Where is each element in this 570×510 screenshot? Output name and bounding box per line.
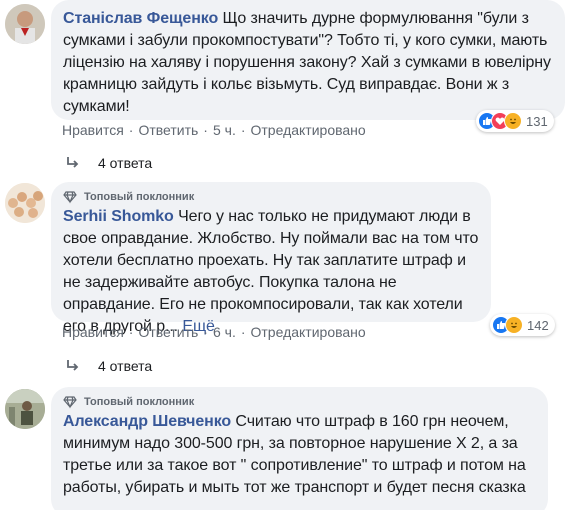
comment-text: Станіслав Фещенко Що значить дурне форму…	[63, 8, 553, 118]
avatar[interactable]	[5, 183, 45, 223]
replies-label[interactable]: 4 ответа	[98, 155, 152, 171]
comment-body: Чего у нас только не придумают люди в св…	[63, 208, 479, 335]
separator: ·	[128, 122, 134, 138]
timestamp[interactable]: 6 ч.	[213, 324, 236, 340]
diamond-icon	[63, 190, 77, 204]
top-fan-badge: Топовый поклонник	[63, 188, 479, 205]
reply-link[interactable]: Ответить	[138, 324, 198, 340]
reply-link[interactable]: Ответить	[138, 122, 198, 138]
separator: ·	[240, 122, 246, 138]
user-photo-icon	[5, 4, 45, 44]
top-fan-badge: Топовый поклонник	[63, 393, 536, 410]
reaction-count: 131	[526, 113, 548, 129]
comment-text: Александр Шевченко Считаю что штраф в 16…	[63, 411, 536, 499]
diamond-icon	[63, 395, 77, 409]
badge-label: Топовый поклонник	[84, 190, 195, 203]
reply-arrow-icon	[67, 360, 79, 371]
separator: ·	[128, 324, 134, 340]
replies-label[interactable]: 4 ответа	[98, 358, 152, 374]
reply-arrow-icon	[67, 157, 79, 168]
edited-label[interactable]: Отредактировано	[251, 324, 366, 340]
avatar[interactable]	[5, 4, 45, 44]
comment-actions: Нравится · Ответить · 6 ч. · Отредактиро…	[62, 324, 366, 340]
reaction-count: 142	[527, 317, 549, 333]
comment-actions: Нравится · Ответить · 5 ч. · Отредактиро…	[62, 122, 366, 138]
comment-bubble: Топовый поклонник Александр Шевченко Счи…	[51, 387, 548, 510]
haha-icon	[505, 316, 523, 334]
user-photo-icon	[5, 389, 45, 429]
comment-bubble: Станіслав Фещенко Що значить дурне форму…	[51, 0, 565, 120]
comment-bubble: Топовый поклонник Serhii Shomko Чего у н…	[51, 182, 491, 335]
separator: ·	[203, 122, 208, 138]
reactions-summary[interactable]: 131	[476, 110, 554, 132]
separator: ·	[203, 324, 208, 340]
user-photo-icon	[5, 183, 45, 223]
comment-text: Serhii Shomko Чего у нас только не приду…	[63, 206, 479, 338]
badge-label: Топовый поклонник	[84, 395, 195, 408]
edited-label[interactable]: Отредактировано	[251, 122, 366, 138]
timestamp[interactable]: 5 ч.	[213, 122, 236, 138]
like-link[interactable]: Нравится	[62, 324, 124, 340]
comment-author[interactable]: Александр Шевченко	[63, 413, 231, 430]
avatar[interactable]	[5, 389, 45, 429]
separator: ·	[240, 324, 246, 340]
like-link[interactable]: Нравится	[62, 122, 124, 138]
haha-icon	[504, 112, 522, 130]
view-replies[interactable]: 4 ответа	[66, 358, 152, 374]
view-replies[interactable]: 4 ответа	[66, 155, 152, 171]
comment-author[interactable]: Станіслав Фещенко	[63, 10, 218, 27]
reactions-summary[interactable]: 142	[490, 314, 555, 336]
comment-author[interactable]: Serhii Shomko	[63, 208, 174, 225]
